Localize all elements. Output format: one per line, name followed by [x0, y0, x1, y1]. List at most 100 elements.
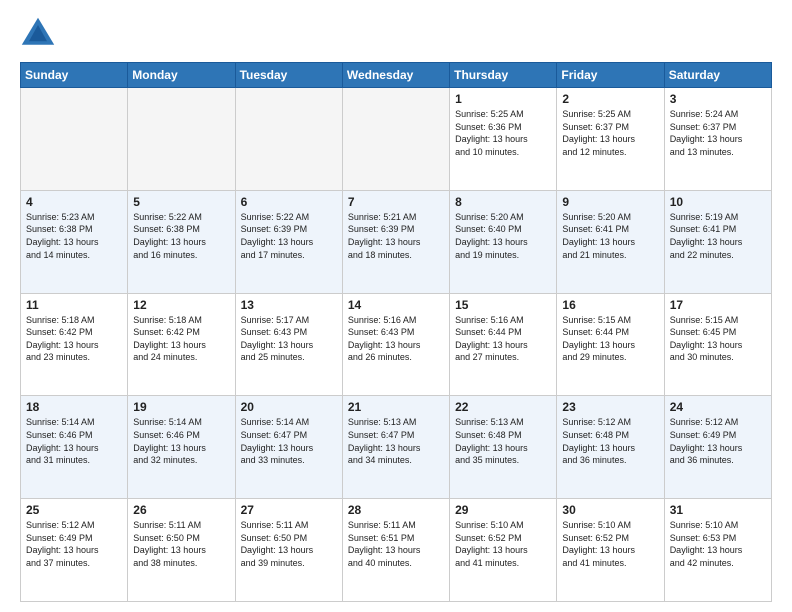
calendar-cell: 21Sunrise: 5:13 AM Sunset: 6:47 PM Dayli…	[342, 396, 449, 499]
day-info: Sunrise: 5:23 AM Sunset: 6:38 PM Dayligh…	[26, 211, 122, 261]
day-info: Sunrise: 5:22 AM Sunset: 6:38 PM Dayligh…	[133, 211, 229, 261]
day-info: Sunrise: 5:13 AM Sunset: 6:48 PM Dayligh…	[455, 416, 551, 466]
calendar-cell: 10 Sunrise: 5:19 AM Sunset: 6:41 PM Dayli…	[664, 190, 771, 293]
day-info: Sunrise: 5:20 AM Sunset: 6:40 PM Dayligh…	[455, 211, 551, 261]
day-number: 5	[133, 195, 229, 209]
day-number: 29	[455, 503, 551, 517]
day-info: Sunrise: 5:24 AM Sunset: 6:37 PM Dayligh…	[670, 108, 766, 158]
day-number: 22	[455, 400, 551, 414]
day-info: Sunrise: 5:19 AM Sunset: 6:41 PM Dayligh…	[670, 211, 766, 261]
calendar-cell: 22 Sunrise: 5:13 AM Sunset: 6:48 PM Dayli…	[450, 396, 557, 499]
calendar-cell	[21, 88, 128, 191]
weekday-saturday: Saturday	[664, 63, 771, 88]
day-info: Sunrise: 5:17 AM Sunset: 6:43 PM Dayligh…	[241, 314, 337, 364]
day-number: 1	[455, 92, 551, 106]
calendar-cell: 4 Sunrise: 5:23 AM Sunset: 6:38 PM Daylig…	[21, 190, 128, 293]
day-number: 3	[670, 92, 766, 106]
calendar-cell: 5 Sunrise: 5:22 AM Sunset: 6:38 PM Daylig…	[128, 190, 235, 293]
day-info: Sunrise: 5:11 AM Sunset: 6:51 PM Dayligh…	[348, 519, 444, 569]
calendar-cell: 26 Sunrise: 5:11 AM Sunset: 6:50 PM Dayli…	[128, 499, 235, 602]
day-number: 28	[348, 503, 444, 517]
day-info: Sunrise: 5:10 AM Sunset: 6:53 PM Dayligh…	[670, 519, 766, 569]
page: SundayMondayTuesdayWednesdayThursdayFrid…	[0, 0, 792, 612]
header	[20, 16, 772, 52]
day-number: 25	[26, 503, 122, 517]
calendar-cell: 8 Sunrise: 5:20 AM Sunset: 6:40 PM Daylig…	[450, 190, 557, 293]
day-number: 17	[670, 298, 766, 312]
day-info: Sunrise: 5:18 AM Sunset: 6:42 PM Dayligh…	[26, 314, 122, 364]
day-info: Sunrise: 5:25 AM Sunset: 6:36 PM Dayligh…	[455, 108, 551, 158]
calendar-cell	[235, 88, 342, 191]
day-number: 14	[348, 298, 444, 312]
day-info: Sunrise: 5:25 AM Sunset: 6:37 PM Dayligh…	[562, 108, 658, 158]
day-info: Sunrise: 5:16 AM Sunset: 6:44 PM Dayligh…	[455, 314, 551, 364]
calendar-cell: 23 Sunrise: 5:12 AM Sunset: 6:48 PM Dayli…	[557, 396, 664, 499]
day-number: 26	[133, 503, 229, 517]
day-number: 13	[241, 298, 337, 312]
day-number: 27	[241, 503, 337, 517]
calendar-cell: 24 Sunrise: 5:12 AM Sunset: 6:49 PM Dayli…	[664, 396, 771, 499]
day-number: 18	[26, 400, 122, 414]
calendar-cell: 13 Sunrise: 5:17 AM Sunset: 6:43 PM Dayli…	[235, 293, 342, 396]
calendar-cell: 9Sunrise: 5:20 AM Sunset: 6:41 PM Daylig…	[557, 190, 664, 293]
calendar-cell: 29 Sunrise: 5:10 AM Sunset: 6:52 PM Dayli…	[450, 499, 557, 602]
week-row-1: 1 Sunrise: 5:25 AM Sunset: 6:36 PM Daylig…	[21, 88, 772, 191]
weekday-tuesday: Tuesday	[235, 63, 342, 88]
week-row-3: 11 Sunrise: 5:18 AM Sunset: 6:42 PM Dayli…	[21, 293, 772, 396]
calendar-cell: 12 Sunrise: 5:18 AM Sunset: 6:42 PM Dayli…	[128, 293, 235, 396]
day-info: Sunrise: 5:12 AM Sunset: 6:48 PM Dayligh…	[562, 416, 658, 466]
calendar-cell: 16Sunrise: 5:15 AM Sunset: 6:44 PM Dayli…	[557, 293, 664, 396]
day-number: 15	[455, 298, 551, 312]
day-info: Sunrise: 5:11 AM Sunset: 6:50 PM Dayligh…	[241, 519, 337, 569]
day-info: Sunrise: 5:10 AM Sunset: 6:52 PM Dayligh…	[562, 519, 658, 569]
weekday-sunday: Sunday	[21, 63, 128, 88]
day-info: Sunrise: 5:22 AM Sunset: 6:39 PM Dayligh…	[241, 211, 337, 261]
calendar-cell: 7 Sunrise: 5:21 AM Sunset: 6:39 PM Daylig…	[342, 190, 449, 293]
calendar-cell	[128, 88, 235, 191]
calendar-cell: 25 Sunrise: 5:12 AM Sunset: 6:49 PM Dayli…	[21, 499, 128, 602]
day-number: 8	[455, 195, 551, 209]
week-row-5: 25 Sunrise: 5:12 AM Sunset: 6:49 PM Dayli…	[21, 499, 772, 602]
calendar-cell: 17Sunrise: 5:15 AM Sunset: 6:45 PM Dayli…	[664, 293, 771, 396]
day-number: 20	[241, 400, 337, 414]
day-info: Sunrise: 5:10 AM Sunset: 6:52 PM Dayligh…	[455, 519, 551, 569]
calendar-cell: 2Sunrise: 5:25 AM Sunset: 6:37 PM Daylig…	[557, 88, 664, 191]
day-number: 30	[562, 503, 658, 517]
calendar-cell: 14 Sunrise: 5:16 AM Sunset: 6:43 PM Dayli…	[342, 293, 449, 396]
logo	[20, 16, 60, 52]
day-info: Sunrise: 5:20 AM Sunset: 6:41 PM Dayligh…	[562, 211, 658, 261]
calendar-cell: 15 Sunrise: 5:16 AM Sunset: 6:44 PM Dayli…	[450, 293, 557, 396]
calendar-cell: 31 Sunrise: 5:10 AM Sunset: 6:53 PM Dayli…	[664, 499, 771, 602]
calendar-cell: 30 Sunrise: 5:10 AM Sunset: 6:52 PM Dayli…	[557, 499, 664, 602]
day-info: Sunrise: 5:14 AM Sunset: 6:46 PM Dayligh…	[133, 416, 229, 466]
calendar-cell: 27 Sunrise: 5:11 AM Sunset: 6:50 PM Dayli…	[235, 499, 342, 602]
day-number: 21	[348, 400, 444, 414]
day-number: 10	[670, 195, 766, 209]
day-info: Sunrise: 5:16 AM Sunset: 6:43 PM Dayligh…	[348, 314, 444, 364]
week-row-4: 18 Sunrise: 5:14 AM Sunset: 6:46 PM Dayli…	[21, 396, 772, 499]
day-info: Sunrise: 5:14 AM Sunset: 6:47 PM Dayligh…	[241, 416, 337, 466]
day-number: 23	[562, 400, 658, 414]
day-number: 6	[241, 195, 337, 209]
weekday-wednesday: Wednesday	[342, 63, 449, 88]
day-number: 7	[348, 195, 444, 209]
day-number: 16	[562, 298, 658, 312]
weekday-friday: Friday	[557, 63, 664, 88]
day-info: Sunrise: 5:21 AM Sunset: 6:39 PM Dayligh…	[348, 211, 444, 261]
calendar-cell: 19 Sunrise: 5:14 AM Sunset: 6:46 PM Dayli…	[128, 396, 235, 499]
day-info: Sunrise: 5:12 AM Sunset: 6:49 PM Dayligh…	[670, 416, 766, 466]
day-info: Sunrise: 5:11 AM Sunset: 6:50 PM Dayligh…	[133, 519, 229, 569]
day-info: Sunrise: 5:12 AM Sunset: 6:49 PM Dayligh…	[26, 519, 122, 569]
calendar-cell: 11 Sunrise: 5:18 AM Sunset: 6:42 PM Dayli…	[21, 293, 128, 396]
day-number: 11	[26, 298, 122, 312]
day-info: Sunrise: 5:18 AM Sunset: 6:42 PM Dayligh…	[133, 314, 229, 364]
day-number: 24	[670, 400, 766, 414]
calendar-cell	[342, 88, 449, 191]
day-number: 12	[133, 298, 229, 312]
calendar-cell: 20 Sunrise: 5:14 AM Sunset: 6:47 PM Dayli…	[235, 396, 342, 499]
day-number: 4	[26, 195, 122, 209]
day-number: 19	[133, 400, 229, 414]
day-number: 31	[670, 503, 766, 517]
weekday-thursday: Thursday	[450, 63, 557, 88]
logo-icon	[20, 16, 56, 52]
